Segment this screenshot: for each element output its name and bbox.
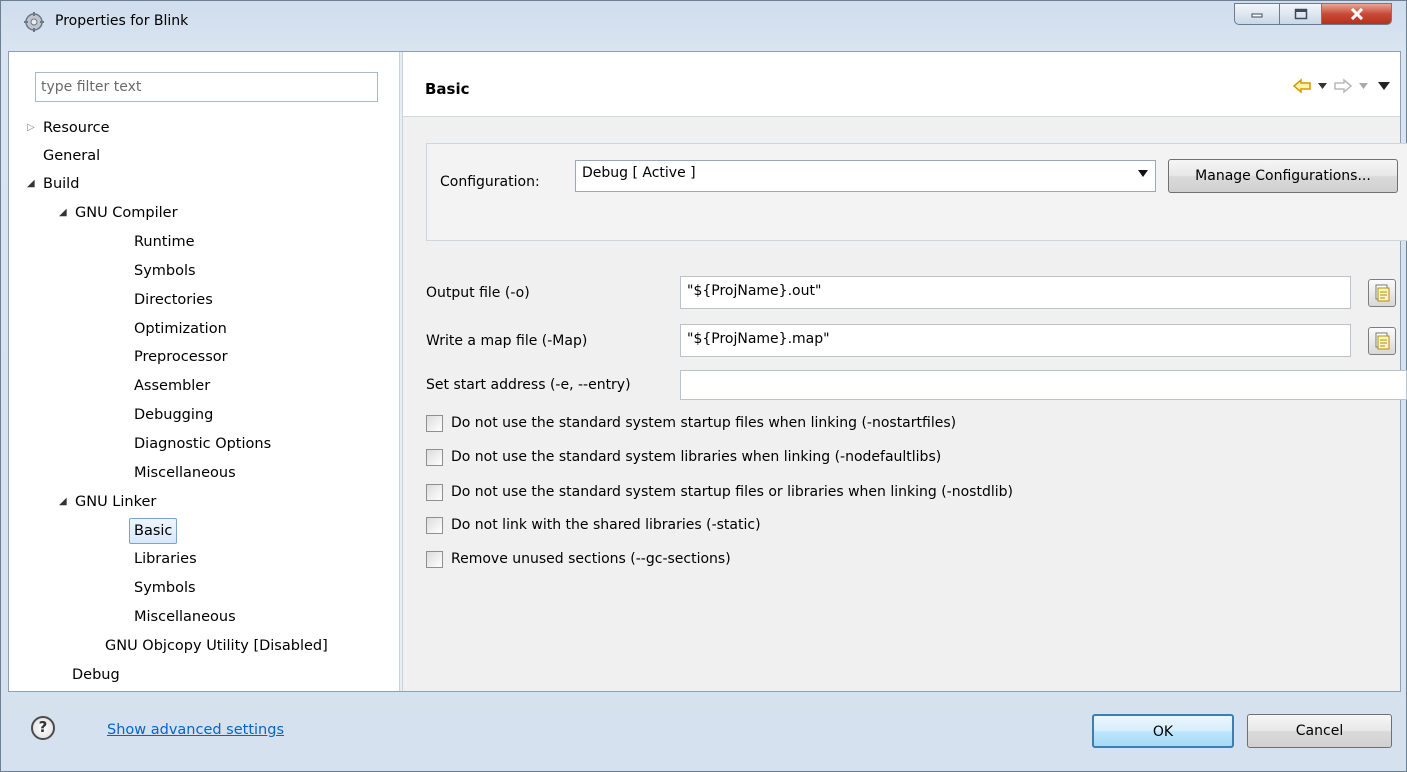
maximize-button[interactable] [1280, 3, 1322, 25]
minimize-icon [1251, 13, 1263, 18]
back-arrow-icon[interactable] [1292, 78, 1312, 94]
output-file-label: Output file (-o) [426, 285, 530, 301]
checkbox[interactable] [426, 414, 443, 432]
configuration-label: Configuration: [440, 174, 540, 190]
navigation-pane: ▷ Resource General ◢ Build ◢ GNU Compile… [9, 52, 399, 691]
option-label: Do not use the standard system startup f… [451, 484, 1013, 500]
page-title: Basic [425, 80, 470, 98]
option-label: Remove unused sections (--gc-sections) [451, 551, 731, 567]
collapse-arrow-icon[interactable]: ◢ [59, 200, 67, 226]
tree-item-gnu-linker[interactable]: GNU Linker [75, 489, 156, 515]
checkbox[interactable] [426, 550, 443, 568]
tree-item-directories[interactable]: Directories [134, 287, 213, 313]
map-variables-button[interactable] [1368, 327, 1396, 355]
collapse-arrow-icon[interactable]: ◢ [59, 489, 67, 515]
tree-item-general[interactable]: General [43, 143, 100, 169]
start-address-label: Set start address (-e, --entry) [426, 377, 631, 393]
dialog-footer: ? Show advanced settings OK Cancel [1, 701, 1407, 771]
tree-item-linker-symbols[interactable]: Symbols [134, 575, 196, 601]
checkbox[interactable] [426, 448, 443, 466]
filter-input[interactable] [35, 72, 378, 102]
title-bar[interactable]: Properties for Blink [1, 1, 1406, 43]
output-file-field[interactable]: "${ProjName}.out" [680, 276, 1351, 309]
tree-item-debugging[interactable]: Debugging [134, 402, 213, 428]
chevron-down-icon [1138, 170, 1148, 177]
variables-icon [1375, 284, 1390, 302]
tree-item-basic-selected[interactable]: Basic [129, 518, 178, 544]
tree-item-runtime[interactable]: Runtime [134, 229, 195, 255]
start-address-field[interactable] [680, 370, 1407, 400]
gear-icon [24, 12, 44, 32]
close-button[interactable] [1322, 3, 1392, 25]
cancel-button[interactable]: Cancel [1247, 714, 1392, 748]
maximize-icon [1294, 8, 1307, 20]
option-label: Do not use the standard system libraries… [451, 449, 942, 465]
configuration-value: Debug [ Active ] [582, 165, 696, 181]
collapse-arrow-icon[interactable]: ◢ [27, 171, 35, 197]
option-static[interactable]: Do not link with the shared libraries (-… [426, 514, 761, 536]
configuration-select[interactable]: Debug [ Active ] [575, 160, 1156, 192]
configuration-group: Configuration: Debug [ Active ] Manage C… [426, 143, 1407, 241]
tree-item-resource[interactable]: Resource [43, 115, 110, 141]
map-file-field[interactable]: "${ProjName}.map" [680, 324, 1351, 357]
expand-arrow-icon[interactable]: ▷ [27, 115, 35, 141]
option-gc-sections[interactable]: Remove unused sections (--gc-sections) [426, 548, 731, 570]
dialog-body: ▷ Resource General ◢ Build ◢ GNU Compile… [8, 51, 1407, 692]
tree-item-diagnostic-options[interactable]: Diagnostic Options [134, 431, 271, 457]
tree-item-build[interactable]: Build [43, 171, 79, 197]
tree-item-miscellaneous[interactable]: Miscellaneous [134, 460, 236, 486]
forward-arrow-icon[interactable] [1333, 78, 1353, 94]
forward-dropdown-icon[interactable] [1359, 83, 1368, 89]
navigation-controls [1292, 78, 1390, 94]
manage-configurations-button[interactable]: Manage Configurations... [1168, 159, 1398, 193]
tree-item-debug[interactable]: Debug [72, 662, 120, 688]
window-title: Properties for Blink [55, 13, 189, 29]
close-icon [1350, 8, 1363, 20]
option-nostartfiles[interactable]: Do not use the standard system startup f… [426, 412, 956, 434]
output-variables-button[interactable] [1368, 279, 1396, 307]
option-label: Do not use the standard system startup f… [451, 415, 957, 431]
tree-item-libraries[interactable]: Libraries [134, 546, 197, 572]
tree-item-linker-miscellaneous[interactable]: Miscellaneous [134, 604, 236, 630]
tree-item-gnu-objcopy[interactable]: GNU Objcopy Utility [Disabled] [105, 633, 328, 659]
tree-item-optimization[interactable]: Optimization [134, 316, 227, 342]
view-menu-icon[interactable] [1378, 82, 1390, 90]
checkbox[interactable] [426, 516, 443, 534]
minimize-button[interactable] [1234, 3, 1280, 25]
option-label: Do not link with the shared libraries (-… [451, 517, 761, 533]
tree-item-assembler[interactable]: Assembler [134, 373, 210, 399]
properties-window: Properties for Blink ▷ Resource General … [0, 0, 1407, 772]
tree-item-preprocessor[interactable]: Preprocessor [134, 344, 228, 370]
checkbox[interactable] [426, 483, 443, 501]
show-advanced-settings-link[interactable]: Show advanced settings [107, 722, 284, 738]
map-file-label: Write a map file (-Map) [426, 333, 588, 349]
option-nodefaultlibs[interactable]: Do not use the standard system libraries… [426, 446, 941, 468]
tree-item-symbols[interactable]: Symbols [134, 258, 196, 284]
ok-button[interactable]: OK [1092, 714, 1234, 748]
back-dropdown-icon[interactable] [1318, 83, 1327, 89]
option-nostdlib[interactable]: Do not use the standard system startup f… [426, 481, 1013, 503]
settings-pane: Basic Configuration: Debug [ Active ] Ma… [403, 52, 1407, 691]
variables-icon [1375, 332, 1390, 350]
window-controls [1234, 3, 1392, 25]
page-header: Basic [403, 52, 1400, 117]
tree-item-gnu-compiler[interactable]: GNU Compiler [75, 200, 178, 226]
help-icon[interactable]: ? [31, 716, 55, 740]
